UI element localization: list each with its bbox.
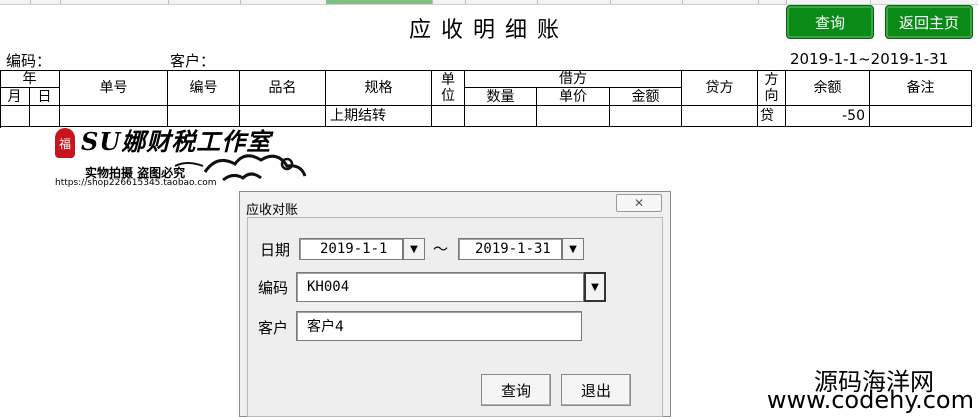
header-price: 单价 xyxy=(537,88,610,106)
header-unit: 单 位 xyxy=(432,70,465,106)
header-direction: 方 向 xyxy=(758,70,786,106)
cell-qty[interactable] xyxy=(465,106,537,127)
dialog-body: 日期 2019-1-1 ▼ ～ 2019-1-31 ▼ 编码 KH004 ▼ 客… xyxy=(247,217,663,417)
header-product: 品名 xyxy=(240,70,326,106)
code-dropdown[interactable]: ▼ xyxy=(584,272,606,302)
reconcile-dialog: 应收对账 ✕ 日期 2019-1-1 ▼ ～ 2019-1-31 ▼ 编码 KH… xyxy=(239,191,671,417)
cell-price[interactable] xyxy=(537,106,610,127)
watermark-brand: SU娜财税工作室 xyxy=(81,127,272,156)
customer-field[interactable]: 客户4 xyxy=(296,311,582,341)
header-day: 日 xyxy=(30,88,60,106)
caret-down-icon: ▼ xyxy=(591,281,599,293)
header-year: 年 xyxy=(0,70,60,88)
code-label: 编码： xyxy=(6,52,52,70)
code-select[interactable]: KH004 xyxy=(296,272,584,302)
dialog-query-button[interactable]: 查询 xyxy=(481,374,551,406)
header-doc-no: 单号 xyxy=(60,70,168,106)
dialog-title: 应收对账 xyxy=(246,203,299,218)
date-separator: ～ xyxy=(433,240,449,258)
date-to-dropdown[interactable]: ▼ xyxy=(562,238,584,260)
header-balance: 余额 xyxy=(786,70,870,106)
cell-balance[interactable]: -50 xyxy=(786,106,870,127)
caret-down-icon: ▼ xyxy=(569,243,577,255)
cell-remark[interactable] xyxy=(870,106,972,127)
watermark-url: https://shop226615345.taobao.com xyxy=(55,178,217,188)
date-range: 2019-1-1~2019-1-31 xyxy=(790,50,949,68)
customer-field-label: 客户 xyxy=(258,319,289,337)
header-spec: 规格 xyxy=(326,70,432,106)
caret-down-icon: ▼ xyxy=(410,243,418,255)
date-label: 日期 xyxy=(260,241,291,259)
date-from-dropdown[interactable]: ▼ xyxy=(403,238,425,260)
header-qty: 数量 xyxy=(465,88,537,106)
header-remark: 备注 xyxy=(870,70,972,106)
header-amount: 金额 xyxy=(610,88,682,106)
query-button[interactable]: 查询 xyxy=(786,5,874,39)
header-debit: 借方 xyxy=(465,70,682,88)
site-mark-url: www.codehy.com xyxy=(766,386,974,414)
close-icon: ✕ xyxy=(633,196,645,210)
dialog-exit-button[interactable]: 退出 xyxy=(561,374,631,406)
cell-direction[interactable]: 贷 xyxy=(758,106,786,127)
cell-amount[interactable] xyxy=(610,106,682,127)
home-button[interactable]: 返回主页 xyxy=(885,5,973,39)
selected-column-marker xyxy=(326,0,432,4)
customer-label: 客户： xyxy=(170,52,216,70)
date-to-field[interactable]: 2019-1-31 xyxy=(458,238,562,260)
header-code: 编号 xyxy=(168,70,240,106)
cell-credit[interactable] xyxy=(682,106,758,127)
dialog-close-button[interactable]: ✕ xyxy=(616,194,662,212)
cell-month[interactable] xyxy=(0,106,30,127)
seal-badge: 福 xyxy=(55,128,75,158)
header-credit: 贷方 xyxy=(682,70,758,106)
watermark-logo: 福 SU娜财税工作室 实物拍摄 盗图必究 https://shop2266153… xyxy=(55,120,345,190)
code-field-label: 编码 xyxy=(258,279,289,297)
cell-unit[interactable] xyxy=(432,106,465,127)
header-month: 月 xyxy=(0,88,30,106)
date-from-field[interactable]: 2019-1-1 xyxy=(299,238,403,260)
